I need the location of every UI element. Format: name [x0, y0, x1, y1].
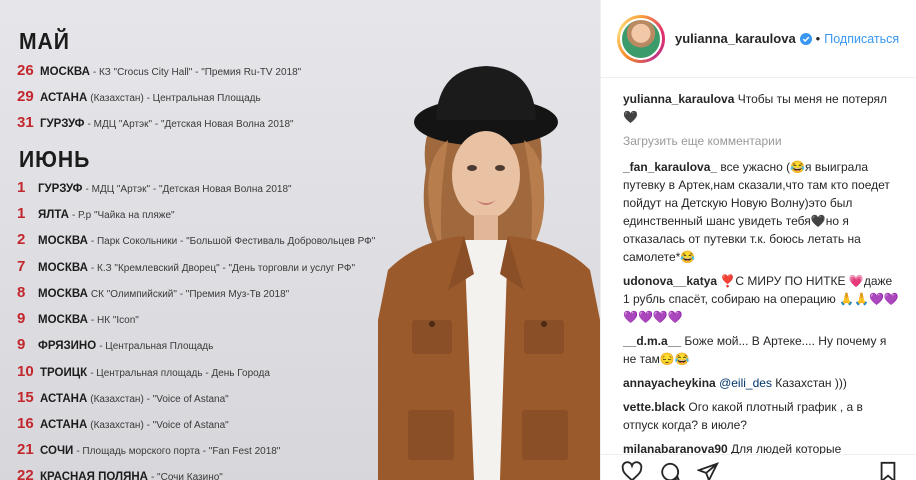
- verified-badge-icon: [799, 32, 812, 45]
- event-day: 8: [17, 284, 26, 301]
- event-city: АСТАНА: [40, 419, 88, 431]
- event-row: 21 СОЧИ - Площадь морского порта - "Fan …: [17, 441, 397, 461]
- comment-username[interactable]: _fan_karaulova_: [623, 160, 717, 174]
- event-venue: - МДЦ "Артэк" - "Детская Новая Волна 201…: [87, 119, 294, 130]
- event-city: АСТАНА: [40, 92, 88, 104]
- post-caption: yulianna_karaulova Чтобы ты меня не поте…: [623, 90, 900, 126]
- event-day: 22: [17, 467, 34, 480]
- month-heading: МАЙ: [19, 28, 70, 54]
- comments-list: yulianna_karaulova Чтобы ты меня не поте…: [601, 78, 916, 458]
- event-day: 9: [17, 310, 26, 327]
- header-username[interactable]: yulianna_karaulova: [675, 31, 796, 46]
- caption-username[interactable]: yulianna_karaulova: [623, 92, 734, 106]
- event-city: АСТАНА: [40, 393, 88, 405]
- avatar-image: [620, 17, 662, 60]
- event-row: 10 ТРОИЦК - Центральная площадь - День Г…: [17, 363, 397, 383]
- event-row: 29 АСТАНА (Казахстан) - Центральная Площ…: [17, 88, 397, 108]
- event-row: 15 АСТАНА (Казахстан) - "Voice of Astana…: [17, 389, 397, 409]
- event-row: 9 ФРЯЗИНО - Центральная Площадь: [17, 336, 397, 356]
- comment-username[interactable]: vette.black: [623, 400, 685, 414]
- event-venue: - К.З "Кремлевский Дворец" - "День торго…: [90, 263, 356, 274]
- action-bar: [601, 454, 916, 480]
- comment-username[interactable]: __d.m.a__: [623, 334, 681, 348]
- event-city: МОСКВА: [38, 288, 88, 300]
- comment-mention-link[interactable]: @eili_des: [719, 376, 772, 390]
- event-day: 21: [17, 441, 34, 458]
- event-city: КРАСНАЯ ПОЛЯНА: [40, 471, 148, 480]
- comment-username[interactable]: annayacheykina: [623, 376, 716, 390]
- event-row: 8 МОСКВА СК "Олимпийский" - "Премия Муз-…: [17, 284, 397, 304]
- event-day: 16: [17, 415, 34, 432]
- event-day: 1: [17, 179, 26, 196]
- event-venue: СК "Олимпийский" - "Премия Муз-Тв 2018": [90, 289, 290, 300]
- event-day: 15: [17, 389, 34, 406]
- event-row: 16 АСТАНА (Казахстан) - "Voice of Astana…: [17, 415, 397, 435]
- post-side-panel: yulianna_karaulova • Подписаться yuliann…: [600, 0, 916, 480]
- event-venue: (Казахстан) - "Voice of Astana": [90, 420, 229, 431]
- event-city: МОСКВА: [38, 235, 88, 247]
- heart-icon[interactable]: [621, 461, 643, 480]
- comment-text: Казахстан ))): [771, 376, 847, 390]
- event-venue: (Казахстан) - "Voice of Astana": [90, 394, 229, 405]
- event-venue: - Центральная Площадь: [99, 341, 214, 352]
- event-row: 22 КРАСНАЯ ПОЛЯНА - "Сочи Казино": [17, 467, 397, 480]
- event-day: 9: [17, 336, 26, 353]
- event-city: ТРОИЦК: [40, 367, 88, 379]
- event-city: ФРЯЗИНО: [38, 340, 97, 352]
- event-city: МОСКВА: [40, 66, 90, 78]
- comment: __d.m.a__ Боже мой... В Артеке.... Ну по…: [623, 332, 900, 368]
- avatar[interactable]: [617, 14, 665, 63]
- event-venue: - Р.р "Чайка на пляже": [71, 210, 175, 221]
- event-city: МОСКВА: [38, 314, 88, 326]
- comment-icon[interactable]: [659, 461, 681, 480]
- separator-dot: •: [815, 31, 821, 46]
- comment-username[interactable]: udonova__katya: [623, 274, 717, 288]
- event-day: 2: [17, 231, 26, 248]
- event-venue: - "Сочи Казино": [150, 472, 223, 480]
- event-venue: - Центральная площадь - День Города: [90, 368, 270, 379]
- event-venue: - Площадь морского порта - "Fan Fest 201…: [76, 446, 281, 457]
- event-city: МОСКВА: [38, 262, 88, 274]
- comment: udonova__katya ❣️С МИРУ ПО НИТКЕ 💗даже 1…: [623, 272, 900, 326]
- event-venue: - НК "Icon": [90, 315, 139, 326]
- event-venue: - Парк Сокольники - "Большой Фестиваль Д…: [90, 236, 376, 247]
- portrait-photo: [378, 66, 600, 480]
- comment: vette.black Ого какой плотный график , а…: [623, 398, 900, 434]
- event-day: 26: [17, 62, 34, 79]
- event-venue: - МДЦ "Артэк" - "Детская Новая Волна 201…: [85, 184, 292, 195]
- event-city: ГУРЗУФ: [38, 183, 83, 195]
- event-day: 7: [17, 258, 26, 275]
- comment-text: все ужасно (😂я выиграла путевку в Артек,…: [623, 160, 890, 264]
- event-day: 10: [17, 363, 34, 380]
- event-day: 31: [17, 114, 34, 131]
- share-icon[interactable]: [697, 461, 719, 480]
- comment: _fan_karaulova_ все ужасно (😂я выиграла …: [623, 158, 900, 266]
- follow-button[interactable]: Подписаться: [824, 32, 899, 46]
- event-venue: - КЗ "Crocus City Hall" - "Премия Ru-TV …: [92, 67, 302, 78]
- event-day: 29: [17, 88, 34, 105]
- event-venue: (Казахстан) - Центральная Площадь: [90, 93, 261, 104]
- event-day: 1: [17, 205, 26, 222]
- event-row: 9 МОСКВА - НК "Icon": [17, 310, 397, 330]
- event-row: 31 ГУРЗУФ - МДЦ "Артэк" - "Детская Новая…: [17, 114, 397, 134]
- post-header: yulianna_karaulova • Подписаться: [601, 0, 916, 78]
- event-city: СОЧИ: [40, 445, 74, 457]
- event-row: 1 ЯЛТА - Р.р "Чайка на пляже": [17, 205, 397, 225]
- month-heading: ИЮНЬ: [19, 146, 91, 172]
- event-city: ЯЛТА: [38, 209, 69, 221]
- bookmark-icon[interactable]: [877, 461, 899, 480]
- load-more-comments-link[interactable]: Загрузить еще комментарии: [623, 132, 900, 150]
- event-row: 1 ГУРЗУФ - МДЦ "Артэк" - "Детская Новая …: [17, 179, 397, 199]
- post-image[interactable]: МАЙ 26 МОСКВА - КЗ "Crocus City Hall" - …: [0, 0, 600, 480]
- event-city: ГУРЗУФ: [40, 118, 85, 130]
- event-row: 2 МОСКВА - Парк Сокольники - "Большой Фе…: [17, 231, 397, 251]
- event-row: 7 МОСКВА - К.З "Кремлевский Дворец" - "Д…: [17, 258, 397, 278]
- event-row: 26 МОСКВА - КЗ "Crocus City Hall" - "Пре…: [17, 62, 397, 82]
- comment: annayacheykina @eili_des Казахстан ))): [623, 374, 900, 392]
